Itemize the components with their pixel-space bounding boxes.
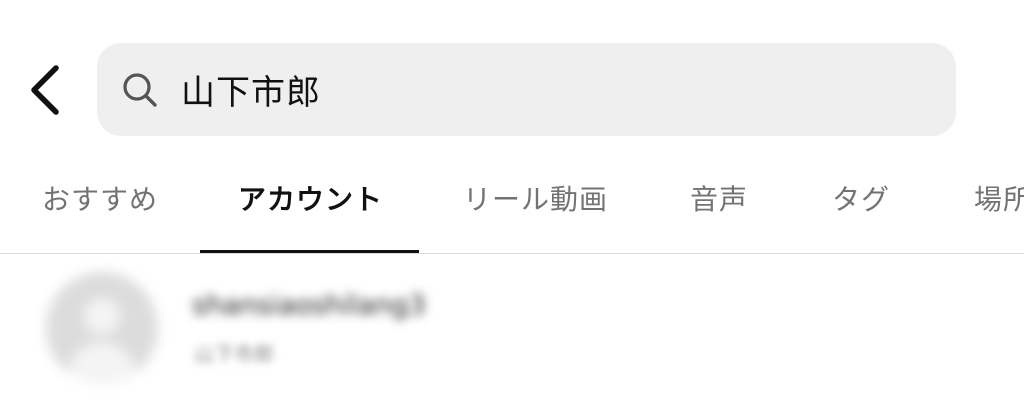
- tab-reels[interactable]: リール動画: [463, 178, 608, 218]
- account-full-name: 山下市郎: [194, 342, 274, 366]
- search-input[interactable]: 山下市郎: [97, 43, 956, 136]
- account-username: shansiaoshilang3: [192, 290, 426, 321]
- tab-places[interactable]: 場所: [974, 178, 1024, 218]
- tab-accounts[interactable]: アカウント: [238, 178, 383, 218]
- tab-audio[interactable]: 音声: [690, 178, 748, 218]
- search-icon: [121, 71, 159, 109]
- tab-recommended[interactable]: おすすめ: [42, 178, 158, 218]
- avatar-head: [84, 298, 120, 334]
- chevron-left-icon: [31, 65, 59, 115]
- search-tabs: おすすめ アカウント リール動画 音声 タグ 場所: [0, 150, 1024, 253]
- account-result-row[interactable]: shansiaoshilang3 山下市郎: [0, 254, 1024, 410]
- search-results-screen: 山下市郎 おすすめ アカウント リール動画 音声 タグ 場所 shansiaos…: [0, 0, 1024, 410]
- avatar: [46, 272, 158, 384]
- back-button[interactable]: [22, 58, 66, 122]
- search-query[interactable]: 山下市郎: [181, 65, 321, 114]
- avatar-body: [68, 342, 136, 384]
- tab-tags[interactable]: タグ: [832, 178, 890, 218]
